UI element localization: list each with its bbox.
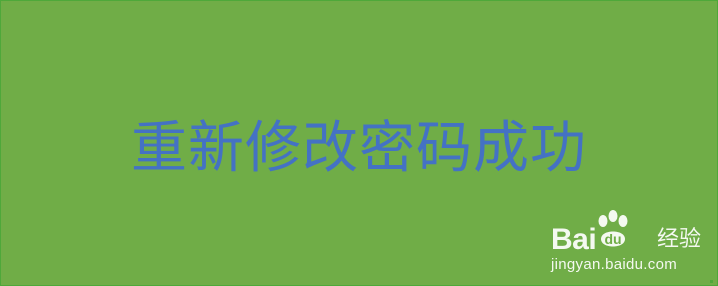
watermark-logo-bai: Bai (551, 223, 597, 256)
success-message: 重新修改密码成功 (131, 116, 587, 181)
watermark-logo-jingyan: 经验 (657, 227, 702, 252)
paw-icon: du (598, 210, 628, 247)
svg-text:du: du (604, 231, 621, 247)
corner-marker (710, 280, 713, 283)
watermark-url: jingyan.baidu.com (551, 256, 678, 273)
slide-canvas: 重新修改密码成功 Bai du 经验 jingyan.baidu.com (0, 0, 718, 286)
baidu-jingyan-watermark: Bai du 经验 jingyan.baidu.com (549, 209, 709, 279)
watermark-logo: Bai du 经验 (549, 209, 709, 256)
